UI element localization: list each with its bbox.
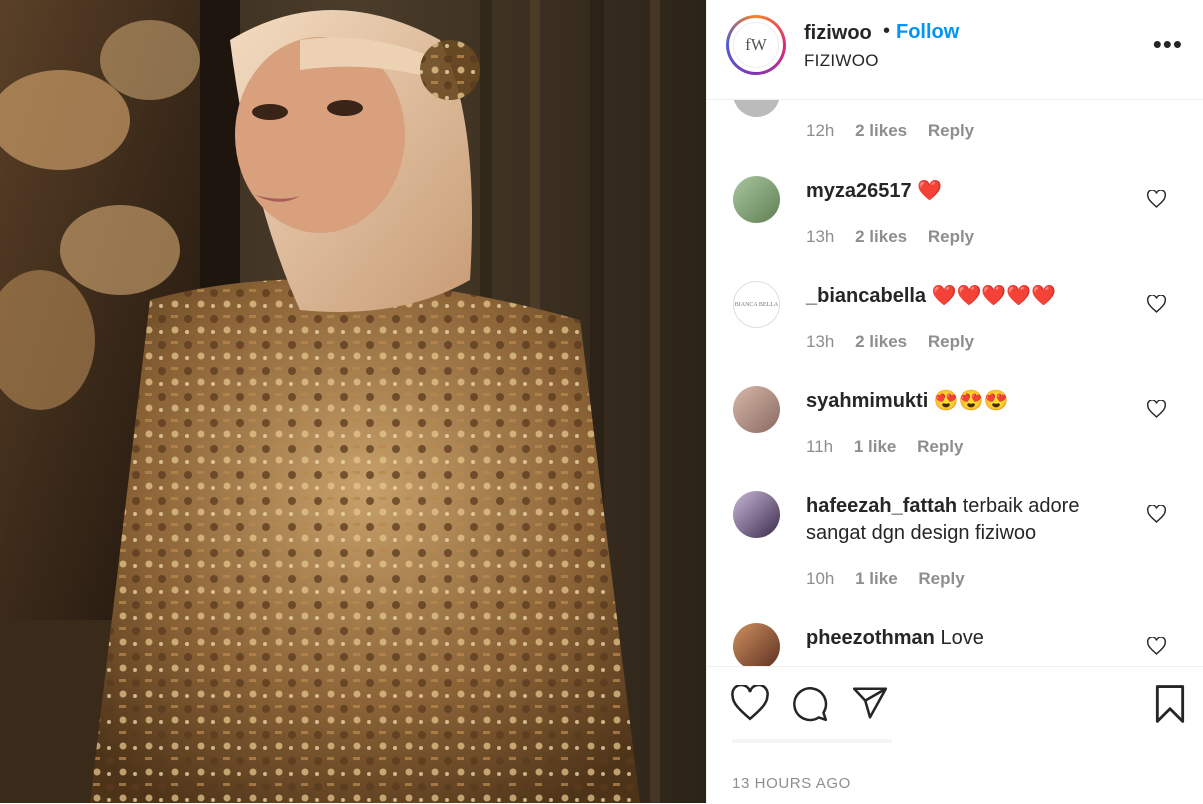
comment-icon[interactable] xyxy=(791,685,829,723)
comment-meta: 13h 2 likes Reply xyxy=(806,332,990,352)
comment-likes[interactable]: 1 like xyxy=(855,569,898,588)
comment-text: pheezothman Love xyxy=(806,625,1126,652)
profile-logo: fW xyxy=(733,22,779,68)
bookmark-icon[interactable] xyxy=(1153,685,1187,723)
share-icon[interactable] xyxy=(851,685,889,721)
comment-likes[interactable]: 2 likes xyxy=(855,227,907,246)
comment-likes[interactable]: 2 likes xyxy=(855,121,907,140)
comment-username[interactable]: myza26517 xyxy=(806,180,912,202)
comment-time: 12h xyxy=(806,121,835,140)
reply-button[interactable]: Reply xyxy=(928,332,974,351)
commenter-avatar[interactable]: BIANCA BELLA xyxy=(733,281,780,328)
comment-username[interactable]: _biancabella xyxy=(806,285,926,307)
commenter-avatar[interactable] xyxy=(733,100,780,117)
separator-dot: • xyxy=(883,20,891,42)
comment-likes[interactable]: 1 like xyxy=(854,437,897,456)
comment-body: ❤️ xyxy=(911,180,943,202)
follow-button[interactable]: Follow xyxy=(896,21,959,44)
like-comment-icon[interactable] xyxy=(1147,400,1166,418)
comment-text: syahmimukti 😍😍😍 xyxy=(806,388,1126,415)
comment-time: 11h xyxy=(806,437,834,456)
post-time[interactable]: 13 HOURS AGO xyxy=(732,775,851,792)
comment-list[interactable]: 12h 2 likes Reply myza26517 ❤️ 13h 2 lik… xyxy=(707,100,1203,666)
post-actions-bar: 13 HOURS AGO xyxy=(707,666,1203,804)
comments-panel: fW fiziwoo • Follow FIZIWOO ••• 12h 2 li… xyxy=(706,0,1203,803)
reply-button[interactable]: Reply xyxy=(917,437,963,456)
more-options-icon[interactable]: ••• xyxy=(1153,31,1183,57)
comment-meta: 13h 2 likes Reply xyxy=(806,227,990,247)
photo-illustration xyxy=(0,0,706,803)
reply-button[interactable]: Reply xyxy=(928,227,974,246)
comment-body: ❤️❤️❤️❤️❤️ xyxy=(926,285,1057,307)
reply-button[interactable]: Reply xyxy=(918,569,964,588)
commenter-avatar[interactable] xyxy=(733,491,780,538)
commenter-avatar[interactable] xyxy=(733,623,780,666)
comment-username[interactable]: pheezothman xyxy=(806,627,935,649)
post-username[interactable]: fiziwoo xyxy=(804,22,872,45)
comment-meta: 11h 1 like Reply xyxy=(806,437,979,457)
comment-body: 😍😍😍 xyxy=(928,390,1009,412)
like-comment-icon[interactable] xyxy=(1147,295,1166,313)
commenter-avatar[interactable] xyxy=(733,386,780,433)
comment-time: 13h xyxy=(806,227,835,246)
comment-time: 13h xyxy=(806,332,835,351)
comment-username[interactable]: syahmimukti xyxy=(806,390,928,412)
like-comment-icon[interactable] xyxy=(1147,505,1166,523)
likes-placeholder xyxy=(732,739,892,743)
profile-avatar[interactable]: fW xyxy=(726,15,786,75)
comment-username[interactable]: hafeezah_fattah xyxy=(806,495,957,517)
reply-button[interactable]: Reply xyxy=(928,121,974,140)
commenter-avatar[interactable] xyxy=(733,176,780,223)
comment-text: myza26517 ❤️ xyxy=(806,178,1126,205)
post-subtitle: FIZIWOO xyxy=(804,51,879,70)
comment-text: hafeezah_fattah terbaik adore sangat dgn… xyxy=(806,493,1126,547)
comment-meta: 12h 2 likes Reply xyxy=(806,121,990,141)
post-photo[interactable] xyxy=(0,0,706,803)
comment-likes[interactable]: 2 likes xyxy=(855,332,907,351)
heart-icon[interactable] xyxy=(731,685,769,721)
post-header: fW fiziwoo • Follow FIZIWOO ••• xyxy=(707,0,1203,100)
comment-body: Love xyxy=(934,627,984,649)
like-comment-icon[interactable] xyxy=(1147,637,1166,655)
comment-time: 10h xyxy=(806,569,835,588)
like-comment-icon[interactable] xyxy=(1147,190,1166,208)
comment-meta: 10h 1 like Reply xyxy=(806,569,981,589)
comment-text: _biancabella ❤️❤️❤️❤️❤️ xyxy=(806,283,1126,310)
